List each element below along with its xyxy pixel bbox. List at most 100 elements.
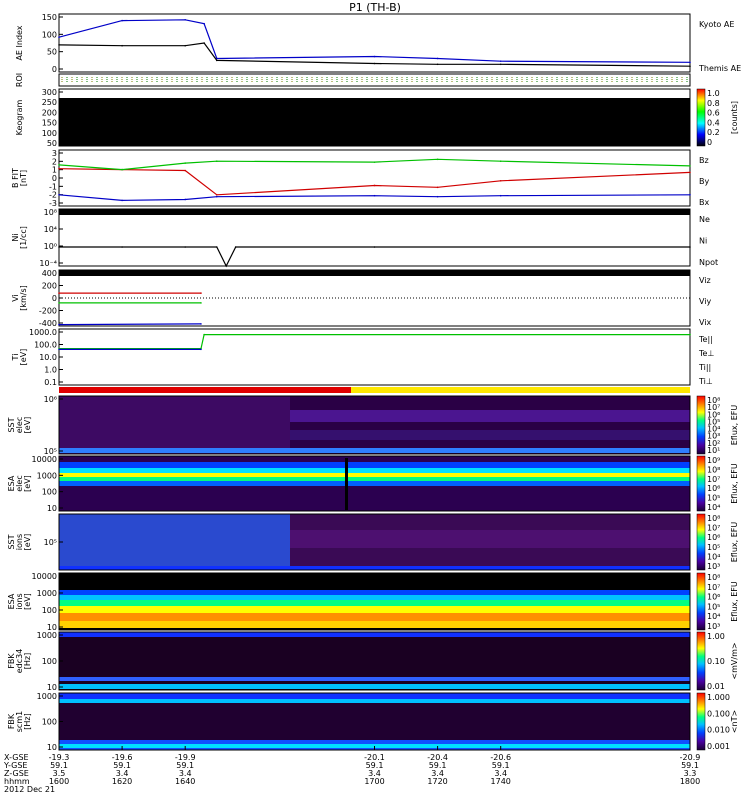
ytick-label-vi: 200 <box>42 282 57 291</box>
colorbar-label-sst_i: Eflux, EFU <box>730 522 739 563</box>
data-point <box>58 246 60 248</box>
data-point <box>215 195 218 198</box>
keogram-image <box>59 98 690 146</box>
colorbar-tick-fbk_b: 1.000 <box>707 693 730 702</box>
data-point <box>58 44 60 46</box>
data-point <box>121 44 123 47</box>
colorbar-tick-esa_i: 10⁵ <box>707 602 720 611</box>
colorbar-tick-esa_e: 10⁸ <box>707 465 720 474</box>
legend-vi: Viz <box>699 276 711 285</box>
data-point <box>58 302 60 304</box>
colorbar-label-keogram: [counts] <box>730 101 739 134</box>
ylabel-ni: [1/cc] <box>19 226 28 249</box>
ylabel-esa_e: [eV] <box>23 475 32 492</box>
data-point <box>689 165 691 167</box>
data-point <box>689 65 691 67</box>
data-point <box>184 246 186 248</box>
ytick-label-ti: 10.0 <box>39 353 57 362</box>
esa-ions-band-1 <box>59 590 690 595</box>
xtick-hhmm: 1620 <box>112 777 132 786</box>
colorbar-tick-sst_i: 10⁵ <box>707 543 720 552</box>
colorbar-tick-esa_e: 10⁵ <box>707 494 720 503</box>
ytick-label-fbk_e: 100 <box>42 657 57 666</box>
ylabel-fbk_e: [Hz] <box>23 653 32 669</box>
data-point <box>58 194 60 196</box>
ytick-label-ae: 0 <box>52 65 57 74</box>
ytick-label-ni: 10⁻⁴ <box>39 259 57 268</box>
ytick-label-fbk_b: 100 <box>42 718 57 727</box>
esa-ions-band-4 <box>59 606 690 613</box>
colorbar-tick-keogram: 0.8 <box>707 99 720 108</box>
data-point <box>499 63 502 66</box>
data-point <box>184 19 186 21</box>
colorbar-tick-keogram: 0.2 <box>707 128 720 137</box>
esa-elec-band-5 <box>59 481 690 486</box>
legend-vi: Viy <box>699 297 712 306</box>
esa-elec-band-3 <box>59 473 690 477</box>
chart-title: P1 (TH-B) <box>349 1 401 14</box>
data-point <box>689 246 691 248</box>
ytick-label-ae: 100 <box>42 30 57 39</box>
series-line-ti-Ti <box>59 334 690 350</box>
data-point <box>58 167 60 170</box>
data-point <box>499 180 502 182</box>
fbk-edc-band-2 <box>59 684 690 689</box>
legend-ti: Te|| <box>698 335 713 344</box>
colorbar-tick-esa_i: 10⁷ <box>707 583 720 592</box>
sst-elec-band-2 <box>290 430 690 440</box>
colorbar-esa-ions <box>696 572 706 631</box>
colorbar-tick-sst_i: 10⁶ <box>707 533 720 542</box>
legend-ti: Te⊥ <box>698 349 714 358</box>
data-point <box>373 161 376 163</box>
colorbar-tick-sst_i: 10⁴ <box>707 552 720 561</box>
ytick-label-keogram: 300 <box>42 88 57 97</box>
ylabel-roi: ROI <box>15 73 24 87</box>
colorbar-tick-fbk_e: 0.10 <box>707 657 725 666</box>
legend-ti: Ti⊥ <box>698 377 713 386</box>
ytick-label-ti: 1000.0 <box>29 328 57 337</box>
colorbar-tick-keogram: 0.4 <box>707 118 720 127</box>
data-point <box>689 194 691 196</box>
data-point <box>436 195 439 198</box>
fbk-scm-band-top <box>59 693 690 699</box>
xtick-hhmm: 1800 <box>680 777 700 786</box>
esa-ions-band-6 <box>59 621 690 628</box>
data-point <box>436 158 439 161</box>
panel-frame-ni <box>58 208 691 267</box>
colorbar-label-fbk_e: <mV/m> <box>730 642 739 679</box>
data-point <box>215 246 218 248</box>
fbk-edc-band-1 <box>59 677 690 681</box>
legend-bfit: By <box>699 177 709 186</box>
fbk-edc-image <box>59 632 690 690</box>
ytick-label-esa_e: 100 <box>42 488 57 497</box>
data-point <box>203 42 205 44</box>
ytick-label-sst_e: 10⁶ <box>44 395 57 404</box>
data-point <box>373 184 376 187</box>
ytick-label-esa_i: 10000 <box>32 572 57 581</box>
data-point <box>121 168 123 171</box>
data-point <box>58 164 60 166</box>
xrow-label: 2012 Dec 21 <box>4 785 55 794</box>
colorbar-tick-fbk_b: 0.100 <box>707 709 730 718</box>
series-line-vi-Vix <box>58 323 202 326</box>
data-point <box>184 169 186 172</box>
panel-frame-ti <box>58 328 691 386</box>
colorbar-tick-sst_i: 10³ <box>707 562 720 571</box>
colorbar-esa-elec <box>696 455 706 512</box>
colorbar-tick-fbk_e: 0.01 <box>707 682 725 691</box>
colorbar-tick-keogram: 0 <box>707 138 712 147</box>
data-point <box>215 59 218 62</box>
ytick-label-ni: 10⁸ <box>44 208 57 217</box>
legend-ae: Kyoto AE <box>699 20 734 29</box>
ytick-label-keogram: 50 <box>47 139 57 148</box>
esa-elec-band-1 <box>59 462 690 468</box>
ytick-label-keogram: 200 <box>42 108 57 117</box>
data-point <box>200 292 202 294</box>
legend-ni: Ne <box>699 215 710 224</box>
data-point <box>121 19 123 22</box>
panel-frame-roi <box>58 73 691 87</box>
ytick-label-vi: 0 <box>52 294 57 303</box>
panel-frame-bfit <box>58 149 691 207</box>
mode-bar-yellow <box>351 387 690 393</box>
sst-elec-band-1 <box>290 410 690 422</box>
